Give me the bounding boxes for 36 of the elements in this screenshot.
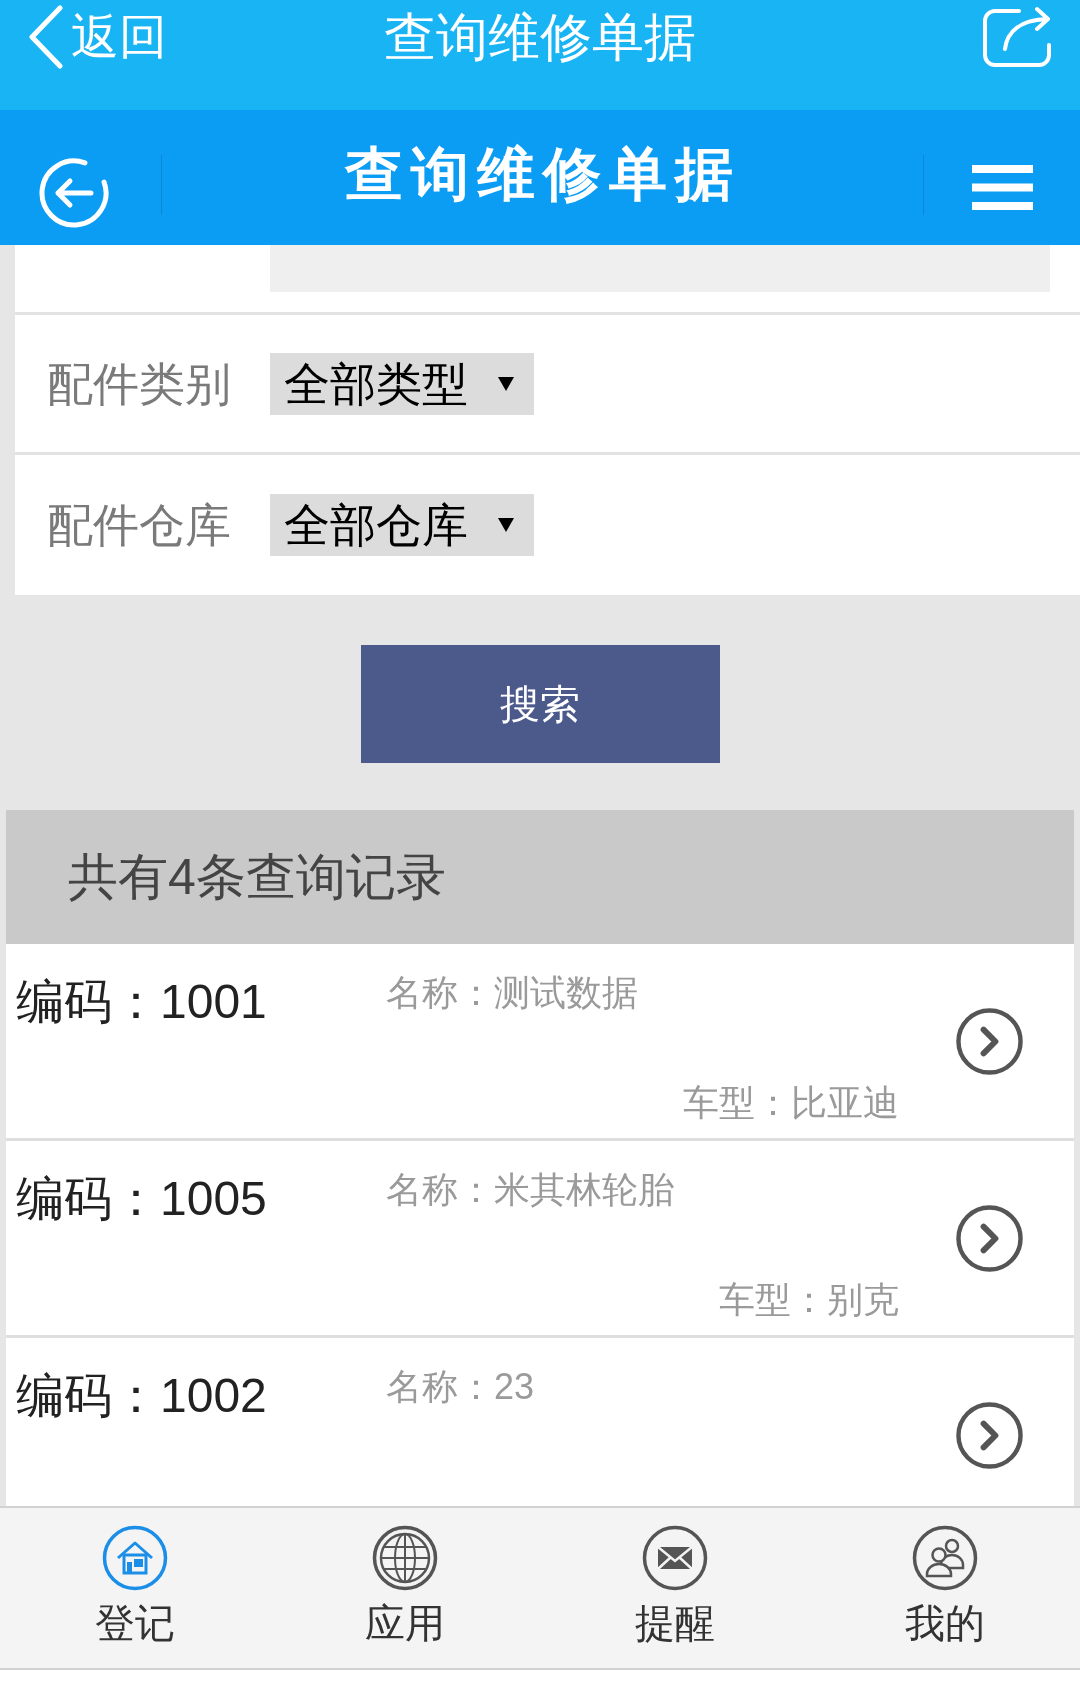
record-code: 编码：1001 (16, 975, 267, 1028)
people-icon (912, 1525, 978, 1591)
menu-icon[interactable] (972, 165, 1033, 210)
header-title: 查询维修单据 (344, 144, 741, 203)
search-button[interactable]: 搜索 (360, 645, 720, 763)
house-icon (102, 1525, 168, 1591)
record-code: 编码：1002 (16, 1369, 267, 1422)
nav-tab[interactable]: 提醒 (635, 1508, 715, 1668)
arrow-left-circle-icon[interactable] (38, 156, 110, 229)
record-name: 名称：测试数据 (386, 971, 638, 1015)
filter-label: 配件类别 (47, 357, 231, 410)
record-model: 车型：比亚迪 (683, 1081, 899, 1125)
record-name: 名称：米其林轮胎 (386, 1168, 674, 1212)
chevron-left-icon (27, 5, 63, 69)
record-row[interactable]: 编码：1002 名称：23 (6, 1338, 1074, 1506)
chevron-right-circle-icon[interactable] (956, 1007, 1023, 1075)
page-title: 查询维修单据 (384, 11, 696, 63)
caret-down-icon (498, 376, 514, 391)
filter-label: 配件仓库 (47, 499, 231, 551)
chevron-right-circle-icon[interactable] (956, 1401, 1023, 1469)
record-model: 车型：别克 (719, 1278, 899, 1322)
dropdown[interactable]: 全部仓库 (270, 494, 534, 556)
keyword-field[interactable] (270, 245, 1050, 292)
dropdown[interactable]: 全部类型 (270, 352, 534, 415)
globe-icon (372, 1525, 438, 1591)
chevron-right-circle-icon[interactable] (956, 1204, 1023, 1272)
record-code: 编码：1005 (16, 1172, 267, 1225)
record-row[interactable]: 编码：1005 名称：米其林轮胎 车型：别克 (6, 1141, 1074, 1338)
record-name: 名称：23 (386, 1365, 535, 1409)
nav-tab[interactable]: 我的 (905, 1508, 985, 1668)
envelope-icon (642, 1525, 708, 1591)
nav-tab[interactable]: 应用 (365, 1508, 445, 1668)
summary-bar: 共有4条查询记录 (6, 810, 1074, 944)
nav-tab[interactable]: 登记 (95, 1508, 175, 1668)
record-row[interactable]: 编码：1001 名称：测试数据 车型：比亚迪 (6, 944, 1074, 1141)
caret-down-icon (498, 518, 514, 532)
